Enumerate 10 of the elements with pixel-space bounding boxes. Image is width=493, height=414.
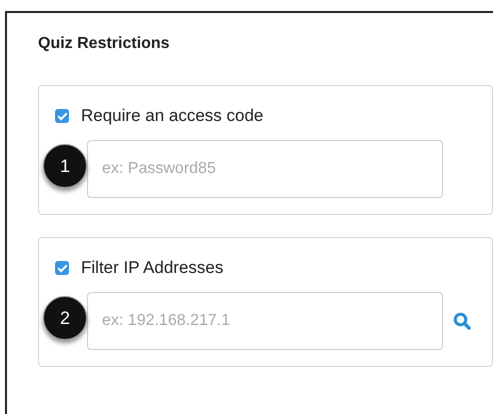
text-field[interactable]: ex: Password85 [87,140,443,198]
checkbox[interactable] [55,261,69,275]
step-badge: 1 [43,144,87,188]
section-title: Quiz Restrictions [38,35,171,54]
checkbox[interactable] [55,109,69,123]
text-field[interactable]: ex: 192.168.217.1 [87,292,443,350]
checkbox-label[interactable]: Require an access code [81,106,264,126]
checkbox-label[interactable]: Filter IP Addresses [81,258,224,278]
search-icon[interactable] [453,312,471,330]
step-badge: 2 [43,296,87,340]
